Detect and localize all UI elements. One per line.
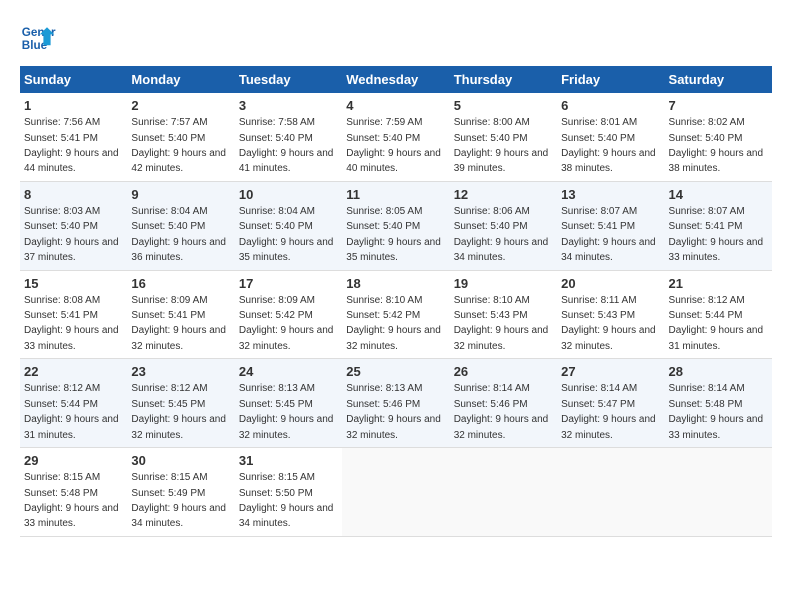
table-row: 19 Sunrise: 8:10 AMSunset: 5:43 PMDaylig… (450, 270, 557, 359)
calendar-week: 1 Sunrise: 7:56 AMSunset: 5:41 PMDayligh… (20, 93, 772, 181)
table-row: 11 Sunrise: 8:05 AMSunset: 5:40 PMDaylig… (342, 181, 449, 270)
table-row: 4 Sunrise: 7:59 AMSunset: 5:40 PMDayligh… (342, 93, 449, 181)
table-row: 22 Sunrise: 8:12 AMSunset: 5:44 PMDaylig… (20, 359, 127, 448)
table-row: 31 Sunrise: 8:15 AMSunset: 5:50 PMDaylig… (235, 448, 342, 537)
calendar-body: 1 Sunrise: 7:56 AMSunset: 5:41 PMDayligh… (20, 93, 772, 536)
table-row: 1 Sunrise: 7:56 AMSunset: 5:41 PMDayligh… (20, 93, 127, 181)
table-row: 13 Sunrise: 8:07 AMSunset: 5:41 PMDaylig… (557, 181, 664, 270)
table-row: 23 Sunrise: 8:12 AMSunset: 5:45 PMDaylig… (127, 359, 234, 448)
calendar-week: 8 Sunrise: 8:03 AMSunset: 5:40 PMDayligh… (20, 181, 772, 270)
table-row: 14 Sunrise: 8:07 AMSunset: 5:41 PMDaylig… (665, 181, 772, 270)
table-row: 2 Sunrise: 7:57 AMSunset: 5:40 PMDayligh… (127, 93, 234, 181)
table-row: 30 Sunrise: 8:15 AMSunset: 5:49 PMDaylig… (127, 448, 234, 537)
table-row: 27 Sunrise: 8:14 AMSunset: 5:47 PMDaylig… (557, 359, 664, 448)
logo: General Blue (20, 20, 60, 56)
table-row: 8 Sunrise: 8:03 AMSunset: 5:40 PMDayligh… (20, 181, 127, 270)
table-row: 25 Sunrise: 8:13 AMSunset: 5:46 PMDaylig… (342, 359, 449, 448)
empty-cell (342, 448, 449, 537)
table-row: 29 Sunrise: 8:15 AMSunset: 5:48 PMDaylig… (20, 448, 127, 537)
table-row: 12 Sunrise: 8:06 AMSunset: 5:40 PMDaylig… (450, 181, 557, 270)
col-saturday: Saturday (665, 66, 772, 93)
col-sunday: Sunday (20, 66, 127, 93)
calendar-week: 29 Sunrise: 8:15 AMSunset: 5:48 PMDaylig… (20, 448, 772, 537)
header-row: Sunday Monday Tuesday Wednesday Thursday… (20, 66, 772, 93)
table-row: 18 Sunrise: 8:10 AMSunset: 5:42 PMDaylig… (342, 270, 449, 359)
table-row: 15 Sunrise: 8:08 AMSunset: 5:41 PMDaylig… (20, 270, 127, 359)
col-thursday: Thursday (450, 66, 557, 93)
table-row: 16 Sunrise: 8:09 AMSunset: 5:41 PMDaylig… (127, 270, 234, 359)
page-header: General Blue (20, 20, 772, 56)
table-row: 20 Sunrise: 8:11 AMSunset: 5:43 PMDaylig… (557, 270, 664, 359)
col-tuesday: Tuesday (235, 66, 342, 93)
empty-cell (557, 448, 664, 537)
table-row: 10 Sunrise: 8:04 AMSunset: 5:40 PMDaylig… (235, 181, 342, 270)
calendar-table: Sunday Monday Tuesday Wednesday Thursday… (20, 66, 772, 537)
empty-cell (665, 448, 772, 537)
table-row: 3 Sunrise: 7:58 AMSunset: 5:40 PMDayligh… (235, 93, 342, 181)
table-row: 6 Sunrise: 8:01 AMSunset: 5:40 PMDayligh… (557, 93, 664, 181)
logo-icon: General Blue (20, 20, 56, 56)
table-row: 24 Sunrise: 8:13 AMSunset: 5:45 PMDaylig… (235, 359, 342, 448)
col-wednesday: Wednesday (342, 66, 449, 93)
calendar-week: 22 Sunrise: 8:12 AMSunset: 5:44 PMDaylig… (20, 359, 772, 448)
table-row: 28 Sunrise: 8:14 AMSunset: 5:48 PMDaylig… (665, 359, 772, 448)
empty-cell (450, 448, 557, 537)
table-row: 5 Sunrise: 8:00 AMSunset: 5:40 PMDayligh… (450, 93, 557, 181)
table-row: 17 Sunrise: 8:09 AMSunset: 5:42 PMDaylig… (235, 270, 342, 359)
table-row: 9 Sunrise: 8:04 AMSunset: 5:40 PMDayligh… (127, 181, 234, 270)
table-row: 7 Sunrise: 8:02 AMSunset: 5:40 PMDayligh… (665, 93, 772, 181)
col-friday: Friday (557, 66, 664, 93)
table-row: 21 Sunrise: 8:12 AMSunset: 5:44 PMDaylig… (665, 270, 772, 359)
calendar-week: 15 Sunrise: 8:08 AMSunset: 5:41 PMDaylig… (20, 270, 772, 359)
table-row: 26 Sunrise: 8:14 AMSunset: 5:46 PMDaylig… (450, 359, 557, 448)
col-monday: Monday (127, 66, 234, 93)
